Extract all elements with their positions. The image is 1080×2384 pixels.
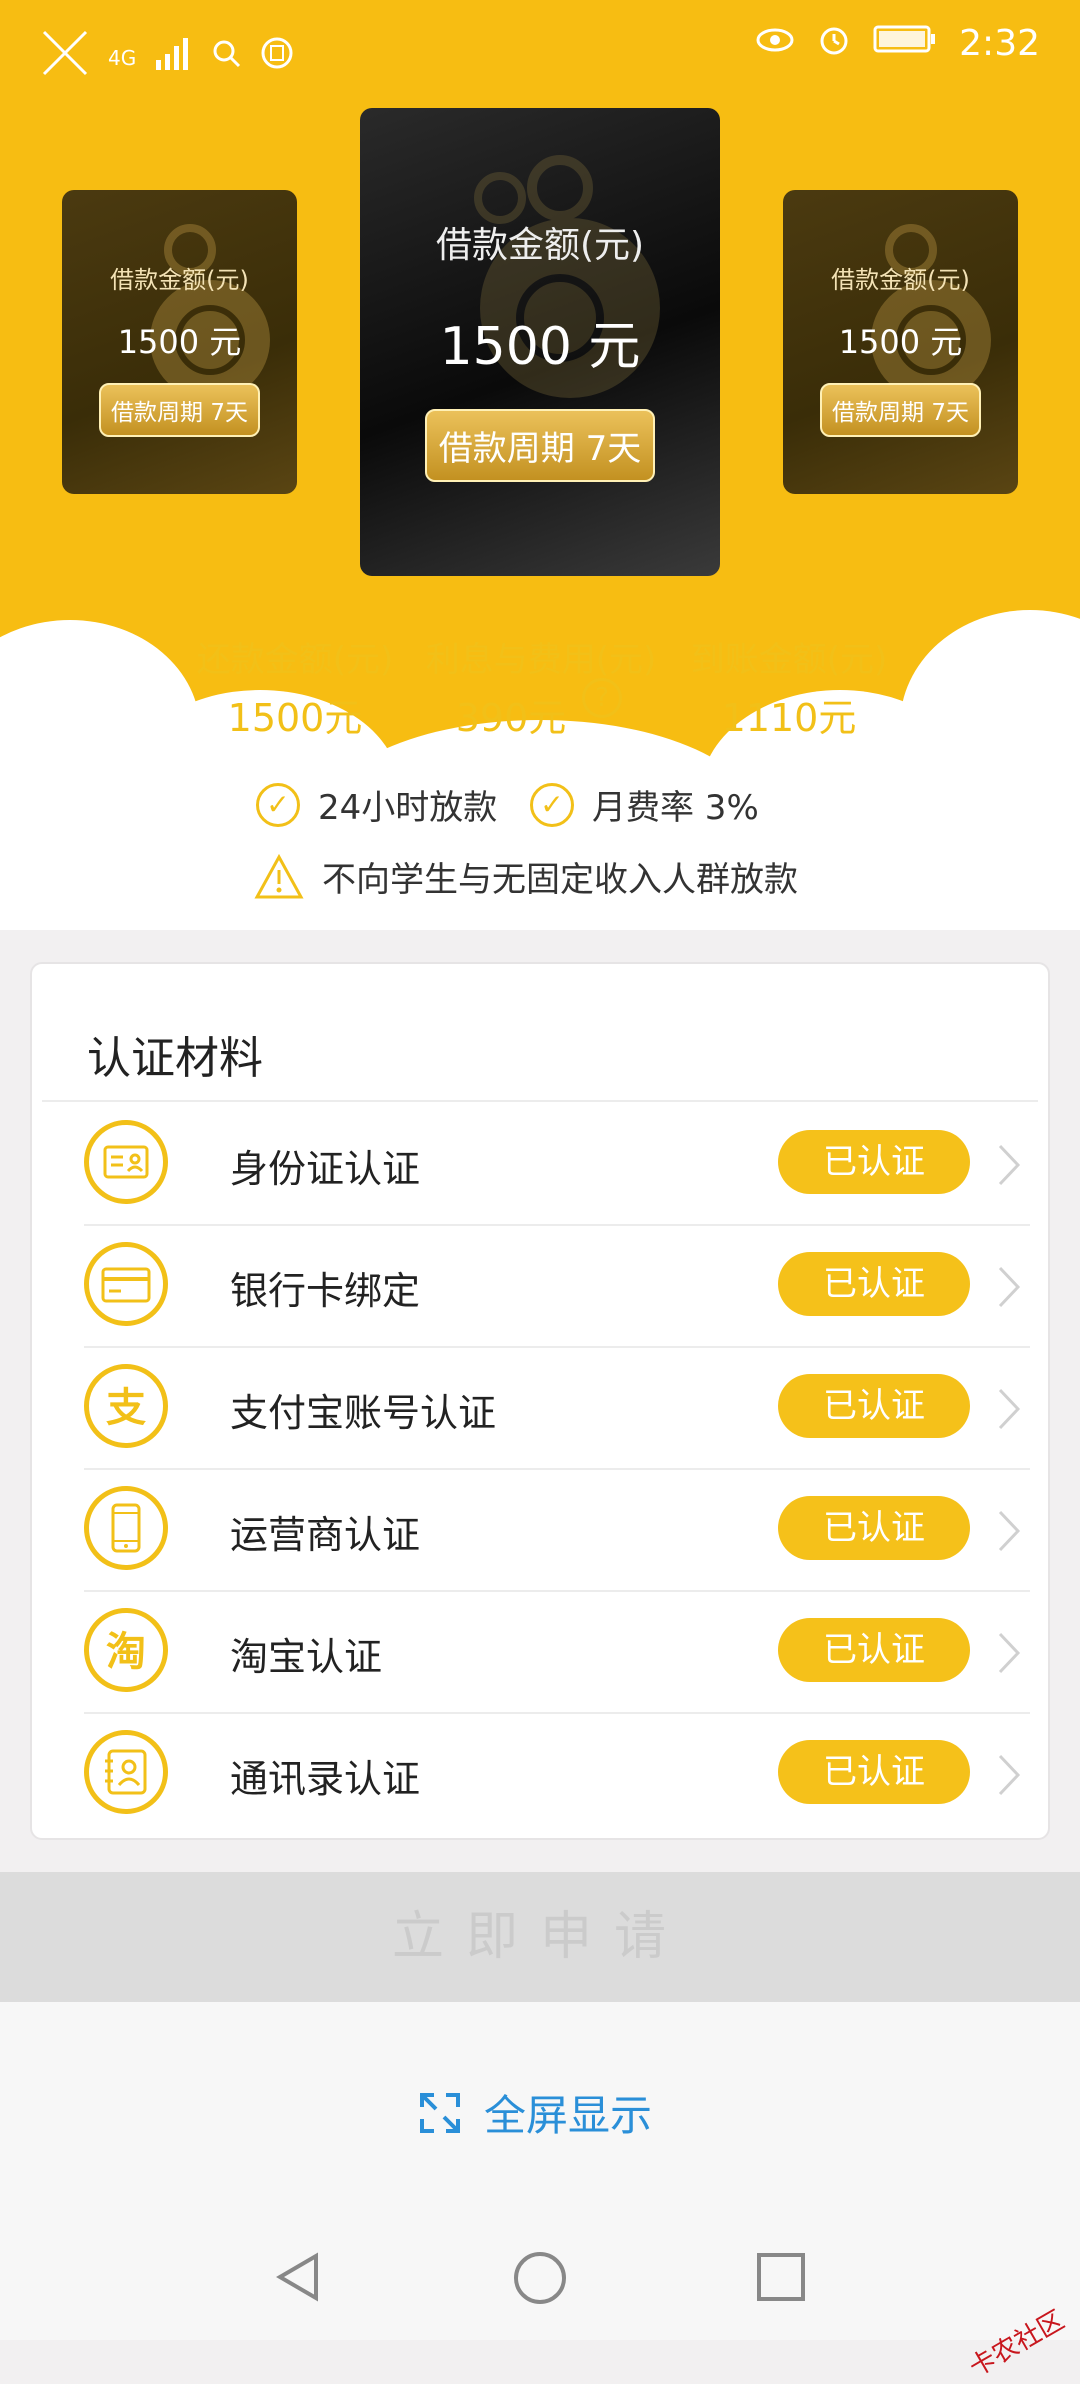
fullscreen-button[interactable]: 全屏显示 — [418, 2082, 652, 2143]
repay-title: 还款金额(元) — [196, 640, 394, 680]
home-icon[interactable] — [512, 2250, 568, 2306]
fees-title: 利息与费用(元) — [425, 640, 657, 680]
search-icon — [212, 38, 242, 78]
status-time: 2:32 — [959, 23, 1040, 64]
feature-text: 24小时放款 — [318, 788, 498, 828]
loan-card-selected[interactable]: 借款金额(元) 1500 元 借款周期 7天 — [360, 108, 720, 576]
chevron-right-icon — [998, 1144, 1021, 1186]
repay-value: 1500元 — [227, 696, 363, 740]
verified-badge[interactable]: 已认证 — [778, 1130, 970, 1194]
contacts-icon — [84, 1730, 168, 1814]
taobao-icon: 淘 — [84, 1608, 168, 1692]
network-type-label: 4G — [108, 45, 137, 70]
signal-icon — [154, 36, 194, 79]
id-card-icon — [84, 1120, 168, 1204]
loan-amount-value: 1500 元 — [117, 323, 242, 361]
no-sim-icon — [40, 28, 90, 87]
verification-row[interactable]: 运营商认证 已认证 — [84, 1470, 1030, 1592]
received-value: 1110元 — [721, 696, 857, 740]
alarm-icon — [817, 22, 851, 65]
verification-panel: 认证材料 身份证认证 已认证 银行卡绑定 已认证支支付宝账号认证 已认证 运营商认证 已认证… — [30, 962, 1050, 1840]
apply-button[interactable]: 立即申请 — [0, 1872, 1080, 2002]
chevron-right-icon — [998, 1388, 1021, 1430]
svg-text:淘: 淘 — [106, 1629, 146, 1675]
phone-icon — [84, 1486, 168, 1570]
eye-comfort-icon — [755, 24, 795, 64]
loan-amount-label: 借款金额(元) — [110, 266, 249, 294]
chevron-right-icon — [998, 1632, 1021, 1674]
verified-badge[interactable]: 已认证 — [778, 1252, 970, 1316]
fees-value: 390元 — [455, 696, 567, 740]
loan-amount-label: 借款金额(元) — [435, 225, 645, 266]
verification-label: 银行卡绑定 — [230, 1269, 421, 1313]
verification-row[interactable]: 支 支付宝账号认证 已认证 — [84, 1348, 1030, 1470]
warning-icon — [254, 853, 304, 898]
check-icon: ✓ — [256, 782, 300, 827]
loan-summary: 还款金额(元) 1500元 利息与费用(元) 390元 ? 到账金额(元) 11… — [0, 632, 1080, 740]
feature-text: 月费率 3% — [592, 788, 759, 828]
divider — [42, 1100, 1038, 1102]
verification-row[interactable]: 银行卡绑定 已认证 — [84, 1226, 1030, 1348]
warning-text: 不向学生与无固定收入人群放款 — [322, 860, 798, 900]
summary-repay: 还款金额(元) 1500元 — [190, 632, 400, 742]
verification-row[interactable]: 通讯录认证 已认证 — [84, 1714, 1030, 1836]
fullscreen-label: 全屏显示 — [484, 2091, 653, 2140]
help-icon[interactable]: ? — [582, 678, 622, 718]
status-bar: 4G 2:32 — [0, 0, 1080, 92]
system-nav-bar: 卡农社区 — [0, 2212, 1080, 2383]
verified-badge[interactable]: 已认证 — [778, 1374, 970, 1438]
bank-card-icon — [84, 1242, 168, 1326]
loan-period-badge: 借款周期 7天 — [99, 383, 260, 437]
app-notification-icon — [260, 36, 294, 79]
header-banner: 4G 2:32 借款金额(元) 1500 元 借款周期 7天 借款金额(元) 1… — [0, 0, 1080, 780]
battery-icon — [873, 23, 937, 64]
verified-badge[interactable]: 已认证 — [778, 1618, 970, 1682]
loan-period-badge: 借款周期 7天 — [820, 383, 981, 437]
loan-features: ✓ 24小时放款 ✓ 月费率 3% 不向学生与无固定收入人群放款 — [0, 780, 1080, 930]
summary-fees: 利息与费用(元) 390元 — [418, 632, 664, 742]
verified-badge[interactable]: 已认证 — [778, 1740, 970, 1804]
verification-row[interactable]: 淘 淘宝认证 已认证 — [84, 1592, 1030, 1714]
loan-card-right[interactable]: 借款金额(元) 1500 元 借款周期 7天 — [783, 190, 1018, 494]
fullscreen-bar: 全屏显示 — [0, 2002, 1080, 2212]
coin-bag-icon — [149, 224, 270, 400]
loan-card-left[interactable]: 借款金额(元) 1500 元 借款周期 7天 — [62, 190, 297, 494]
watermark-text: 卡农社区 — [964, 2305, 1070, 2384]
warning-item: 不向学生与无固定收入人群放款 — [254, 852, 798, 901]
chevron-right-icon — [998, 1510, 1021, 1552]
chevron-right-icon — [998, 1266, 1021, 1308]
verification-title: 认证材料 — [87, 1033, 263, 1084]
verification-label: 支付宝账号认证 — [230, 1391, 497, 1435]
recents-icon[interactable] — [754, 2250, 808, 2304]
verification-row[interactable]: 身份证认证 已认证 — [84, 1104, 1030, 1226]
loan-amount-value: 1500 元 — [439, 317, 641, 377]
verification-label: 淘宝认证 — [230, 1635, 383, 1679]
chevron-right-icon — [998, 1754, 1021, 1796]
svg-text:支: 支 — [106, 1385, 146, 1431]
summary-received: 到账金额(元) 1110元 — [684, 632, 894, 742]
feature-item: ✓ 月费率 3% — [530, 780, 759, 829]
coin-bag-icon — [870, 224, 991, 400]
alipay-icon: 支 — [84, 1364, 168, 1448]
loan-amount-value: 1500 元 — [838, 323, 963, 361]
expand-icon — [420, 2092, 460, 2133]
verification-label: 通讯录认证 — [230, 1757, 421, 1801]
back-icon[interactable] — [272, 2250, 326, 2304]
received-title: 到账金额(元) — [690, 640, 888, 680]
verification-label: 身份证认证 — [230, 1147, 421, 1191]
feature-item: ✓ 24小时放款 — [256, 780, 497, 829]
verification-label: 运营商认证 — [230, 1513, 421, 1557]
loan-amount-label: 借款金额(元) — [831, 266, 970, 294]
loan-period-badge: 借款周期 7天 — [424, 409, 656, 482]
verified-badge[interactable]: 已认证 — [778, 1496, 970, 1560]
check-icon: ✓ — [530, 782, 574, 827]
